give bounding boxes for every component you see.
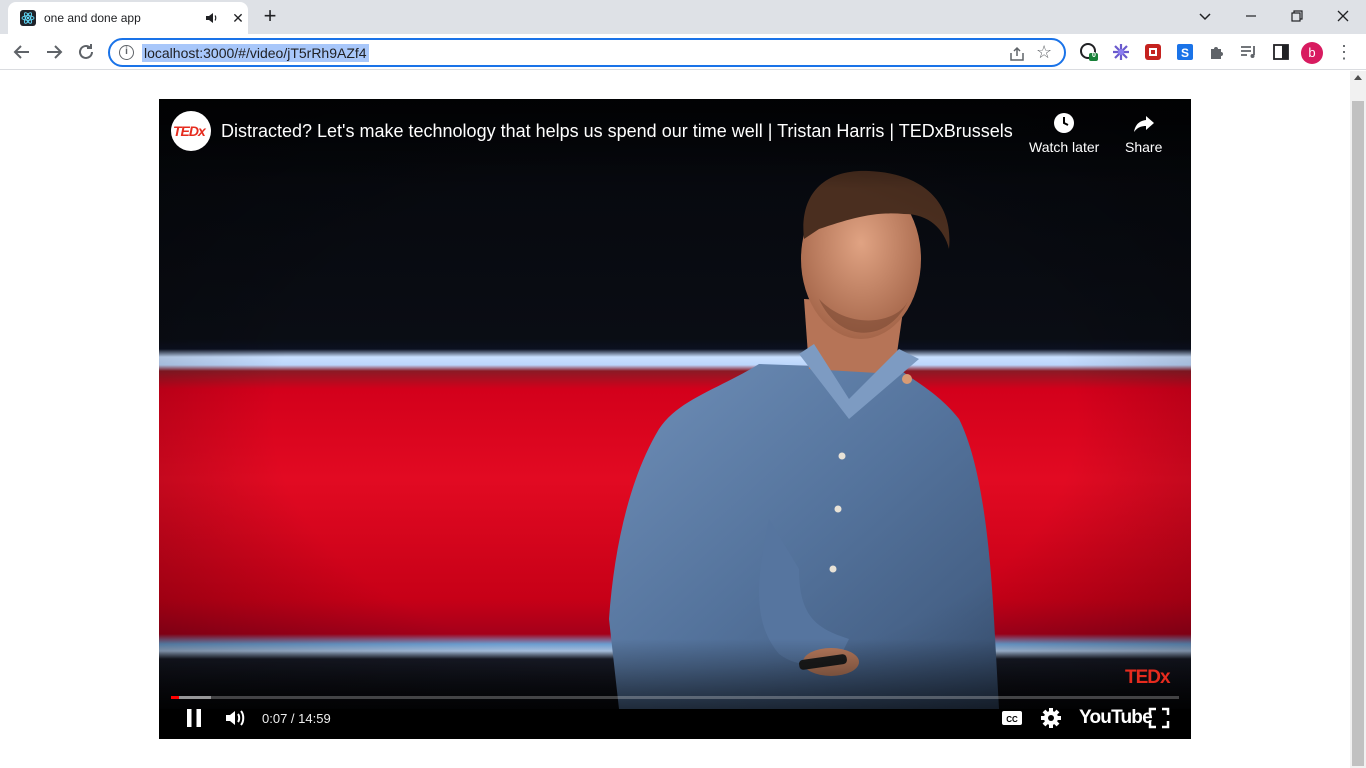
browser-menu-icon[interactable]: ⋮: [1334, 42, 1354, 62]
share-arrow-icon: [1132, 111, 1156, 135]
clock-icon: [1052, 111, 1076, 135]
page-scrollbar[interactable]: [1350, 71, 1366, 768]
svg-text:S: S: [1181, 46, 1189, 60]
bookmark-star-icon[interactable]: ☆: [1036, 43, 1054, 61]
volume-button[interactable]: [223, 706, 247, 730]
react-favicon-icon: [20, 10, 36, 26]
reload-icon[interactable]: [74, 40, 98, 64]
settings-button[interactable]: [1039, 706, 1063, 730]
youtube-logo[interactable]: YouTube: [1079, 707, 1153, 729]
pause-icon: [187, 709, 201, 727]
address-bar[interactable]: i localhost:3000/#/video/jT5rRh9AZf4 ☆: [108, 38, 1066, 67]
browser-toolbar: i localhost:3000/#/video/jT5rRh9AZf4 ☆ 0…: [0, 34, 1366, 70]
forward-arrow-icon[interactable]: [42, 40, 66, 64]
video-title[interactable]: Distracted? Let's make technology that h…: [221, 121, 1013, 142]
captions-button[interactable]: CC: [1000, 706, 1024, 730]
side-panel-icon[interactable]: [1271, 42, 1291, 62]
volume-icon: [226, 710, 245, 726]
extension-badge: 0: [1092, 52, 1096, 59]
minimize-button[interactable]: [1228, 0, 1274, 32]
tab-title: one and done app: [44, 11, 141, 25]
channel-name: TEDx: [173, 123, 206, 139]
scroll-up-arrow-icon[interactable]: [1354, 75, 1362, 80]
blue-s-extension-icon[interactable]: S: [1175, 42, 1195, 62]
close-window-button[interactable]: [1320, 0, 1366, 32]
browser-tab[interactable]: one and done app ✕: [8, 2, 248, 34]
fullscreen-button[interactable]: [1147, 706, 1171, 730]
share-button[interactable]: Share: [1125, 111, 1162, 155]
tab-search-icon[interactable]: [1182, 0, 1228, 32]
new-tab-button[interactable]: +: [258, 5, 282, 29]
tab-audio-icon[interactable]: [204, 10, 220, 26]
site-info-icon[interactable]: i: [119, 45, 134, 60]
progress-played: [171, 696, 179, 699]
closed-captions-icon: CC: [1002, 711, 1022, 725]
pause-button[interactable]: [182, 706, 206, 730]
restore-button[interactable]: [1274, 0, 1320, 32]
extensions-puzzle-icon[interactable]: [1207, 42, 1227, 62]
tab-close-icon[interactable]: ✕: [230, 10, 246, 26]
progress-bar[interactable]: [171, 696, 1179, 699]
back-arrow-icon[interactable]: [10, 40, 34, 64]
watch-later-button[interactable]: Watch later: [1029, 111, 1099, 155]
extension-counter-icon[interactable]: 0: [1079, 42, 1099, 62]
share-label: Share: [1125, 139, 1163, 155]
fullscreen-icon: [1148, 707, 1170, 729]
url-text[interactable]: localhost:3000/#/video/jT5rRh9AZf4: [142, 44, 369, 62]
time-display: 0:07 / 14:59: [262, 711, 331, 726]
svg-text:CC: CC: [1006, 715, 1018, 724]
channel-avatar[interactable]: TEDx: [171, 111, 211, 151]
media-control-icon[interactable]: [1239, 42, 1259, 62]
watch-later-label: Watch later: [1029, 139, 1100, 155]
video-player[interactable]: TEDx Distracted? Let's make technology t…: [159, 99, 1191, 739]
tedx-watermark: TEDx: [1125, 667, 1171, 688]
red-extension-icon[interactable]: [1143, 42, 1163, 62]
purple-flower-extension-icon[interactable]: [1111, 42, 1131, 62]
gear-icon: [1041, 708, 1061, 728]
share-page-icon[interactable]: [1008, 45, 1026, 63]
scroll-thumb[interactable]: [1352, 101, 1364, 766]
tab-strip: one and done app ✕ +: [0, 0, 1366, 34]
profile-avatar[interactable]: b: [1301, 42, 1323, 64]
